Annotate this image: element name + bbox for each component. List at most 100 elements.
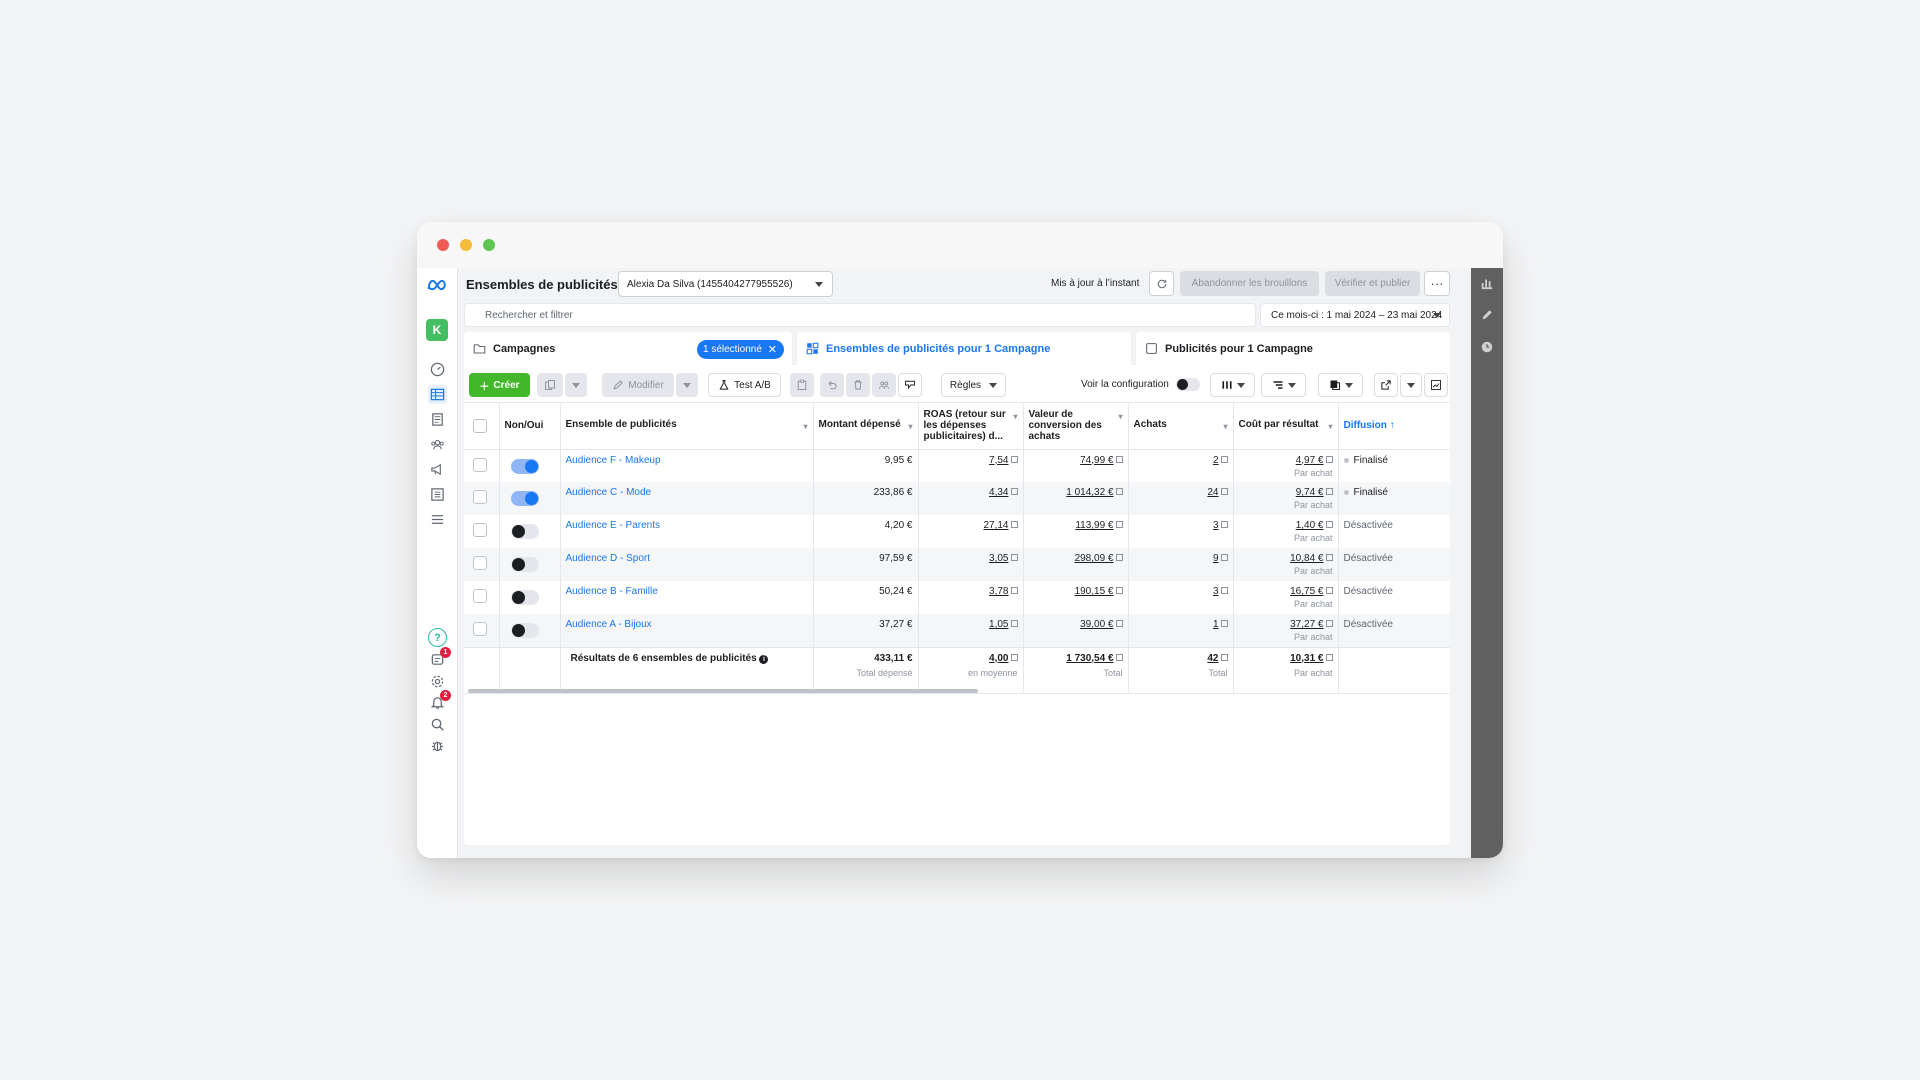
- delete-button[interactable]: [846, 373, 870, 397]
- breakdown-button[interactable]: [1261, 373, 1306, 397]
- metric-detail-icon[interactable]: [1220, 620, 1228, 627]
- history-clock-icon[interactable]: [1480, 340, 1494, 354]
- total-value[interactable]: 1 730,54 €: [1066, 653, 1113, 664]
- megaphone-icon[interactable]: [428, 460, 447, 479]
- roas-value[interactable]: 7,54: [989, 455, 1008, 466]
- row-checkbox[interactable]: [473, 622, 487, 636]
- metric-detail-icon[interactable]: [1115, 587, 1123, 594]
- table-row[interactable]: Audience A - Bijoux 37,27 € 1,05 39,00 € 1 37…: [464, 614, 1450, 647]
- metric-detail-icon[interactable]: [1010, 620, 1018, 627]
- roas-value[interactable]: 4,34: [989, 487, 1008, 498]
- total-roas[interactable]: 4,00: [989, 653, 1008, 664]
- col-purchases[interactable]: Achats ▾: [1128, 403, 1234, 450]
- metric-detail-icon[interactable]: [1010, 554, 1018, 561]
- discard-drafts-button[interactable]: Abandonner les brouillons: [1180, 271, 1319, 296]
- adset-toggle[interactable]: [510, 458, 539, 474]
- metric-detail-icon[interactable]: [1325, 620, 1333, 627]
- roas-value[interactable]: 1,05: [989, 619, 1008, 630]
- alerts-icon[interactable]: 1: [428, 647, 451, 669]
- col-onoff[interactable]: Non/Oui: [499, 403, 561, 450]
- clear-selection-icon[interactable]: ✕: [768, 343, 777, 356]
- columns-button[interactable]: [1210, 373, 1255, 397]
- setup-toggle[interactable]: [1176, 378, 1200, 391]
- table-row[interactable]: Audience E - Parents 4,20 € 27,14 113,99 € 3…: [464, 515, 1450, 548]
- adset-name-link[interactable]: Audience C - Mode: [566, 487, 652, 498]
- purchases-value[interactable]: 9: [1213, 553, 1219, 564]
- metric-detail-icon[interactable]: [1115, 620, 1123, 627]
- meta-logo-icon[interactable]: [426, 276, 448, 295]
- select-all-checkbox[interactable]: [473, 418, 487, 433]
- adset-name-link[interactable]: Audience B - Famille: [566, 586, 658, 597]
- col-value[interactable]: ▾ Valeur de conversion des achats: [1023, 403, 1129, 450]
- metric-detail-icon[interactable]: [1325, 653, 1333, 661]
- metric-detail-icon[interactable]: [1220, 521, 1228, 528]
- metric-detail-icon[interactable]: [1010, 455, 1018, 463]
- rules-button[interactable]: Règles: [941, 373, 1006, 397]
- metric-detail-icon[interactable]: [1220, 587, 1228, 594]
- table-icon[interactable]: [428, 385, 447, 404]
- value-value[interactable]: 190,15 €: [1075, 586, 1114, 597]
- cpr-value[interactable]: 16,75 €: [1290, 586, 1323, 597]
- value-value[interactable]: 74,99 €: [1080, 455, 1113, 466]
- metric-detail-icon[interactable]: [1220, 455, 1228, 463]
- duplicate-dropdown[interactable]: [565, 373, 587, 397]
- col-adset[interactable]: Ensemble de publicités ▾: [560, 403, 814, 450]
- edit-dropdown[interactable]: [676, 373, 698, 397]
- row-checkbox[interactable]: [473, 490, 487, 504]
- more-options-button[interactable]: ···: [1424, 271, 1450, 296]
- row-checkbox[interactable]: [473, 457, 487, 472]
- adset-name-link[interactable]: Audience D - Sport: [566, 553, 651, 564]
- table-row[interactable]: Audience B - Famille 50,24 € 3,78 190,15 € 3…: [464, 581, 1450, 614]
- metric-detail-icon[interactable]: [1115, 488, 1123, 495]
- reports-button[interactable]: [1318, 373, 1363, 397]
- export-dropdown[interactable]: [1400, 373, 1422, 397]
- value-value[interactable]: 39,00 €: [1080, 619, 1113, 630]
- export-button[interactable]: [1374, 373, 1398, 397]
- adset-name-link[interactable]: Audience E - Parents: [566, 520, 661, 531]
- total-purchases[interactable]: 42: [1207, 653, 1218, 664]
- horizontal-scrollbar[interactable]: [468, 689, 978, 693]
- create-button[interactable]: ＋ Créer: [469, 373, 530, 397]
- pencil-icon[interactable]: [1480, 308, 1494, 322]
- pages-icon[interactable]: [428, 410, 447, 429]
- metric-detail-icon[interactable]: [1115, 653, 1123, 661]
- tab-ads[interactable]: Publicités pour 1 Campagne: [1136, 332, 1450, 365]
- roas-value[interactable]: 27,14: [983, 520, 1008, 531]
- col-spent[interactable]: Montant dépensé ▾: [813, 403, 919, 450]
- adset-toggle[interactable]: [510, 524, 539, 539]
- row-checkbox[interactable]: [473, 589, 487, 603]
- tab-campaigns[interactable]: Campagnes 1 sélectionné ✕: [464, 332, 792, 365]
- minimize-window-button[interactable]: [460, 239, 472, 251]
- help-icon[interactable]: ?: [428, 628, 447, 647]
- audience-icon[interactable]: [428, 435, 447, 454]
- audience-share-button[interactable]: [872, 373, 896, 397]
- total-cpr[interactable]: 10,31 €: [1290, 653, 1323, 664]
- settings-gear-icon[interactable]: [428, 672, 447, 691]
- search-icon[interactable]: [428, 715, 447, 734]
- bell-icon[interactable]: 2: [428, 690, 451, 712]
- metric-detail-icon[interactable]: [1115, 554, 1123, 561]
- metric-detail-icon[interactable]: [1220, 488, 1228, 495]
- purchases-value[interactable]: 2: [1213, 455, 1219, 466]
- purchases-value[interactable]: 3: [1213, 586, 1219, 597]
- undo-button[interactable]: [820, 373, 844, 397]
- tab-adsets[interactable]: Ensembles de publicités pour 1 Campagne: [797, 332, 1131, 365]
- adset-toggle[interactable]: [510, 557, 539, 572]
- account-avatar[interactable]: K: [426, 319, 448, 341]
- table-row[interactable]: Audience D - Sport 97,59 € 3,05 298,09 € 9 10…: [464, 548, 1450, 581]
- metric-detail-icon[interactable]: [1010, 488, 1018, 495]
- roas-value[interactable]: 3,05: [989, 553, 1008, 564]
- metric-detail-icon[interactable]: [1325, 521, 1333, 528]
- metric-detail-icon[interactable]: [1010, 587, 1018, 594]
- adset-toggle[interactable]: [510, 623, 539, 638]
- value-value[interactable]: 1 014,32 €: [1066, 487, 1113, 498]
- date-range-picker[interactable]: Ce mois-ci : 1 mai 2024 – 23 mai 2024: [1260, 303, 1450, 327]
- adset-name-link[interactable]: Audience F - Makeup: [566, 455, 661, 466]
- cpr-value[interactable]: 4,97 €: [1296, 455, 1324, 466]
- col-cpr[interactable]: Coût par résultat ▾: [1233, 403, 1339, 450]
- metric-detail-icon[interactable]: [1010, 521, 1018, 528]
- purchases-value[interactable]: 1: [1213, 619, 1219, 630]
- col-delivery[interactable]: Diffusion ↑: [1338, 403, 1450, 450]
- bug-report-icon[interactable]: [428, 736, 447, 755]
- table-row[interactable]: Audience F - Makeup 9,95 € 7,54 74,99 € 2 4,9…: [464, 449, 1450, 482]
